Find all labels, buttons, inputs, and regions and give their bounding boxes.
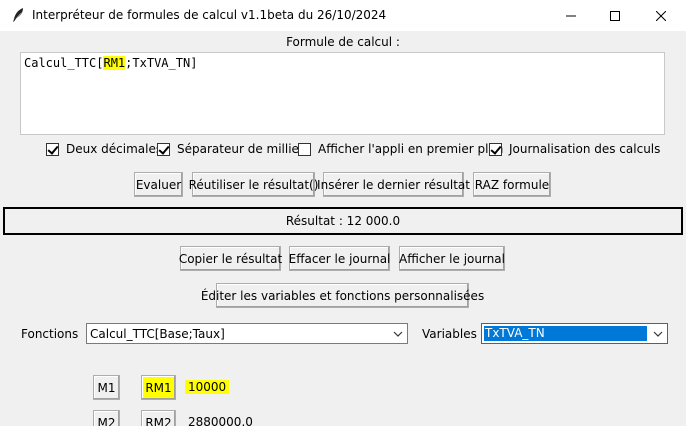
formula-text-after: ;TxTVA_TN] [125, 56, 198, 70]
insert-last-result-button[interactable]: Insérer le dernier résultat [317, 172, 470, 197]
chevron-down-icon [653, 331, 663, 337]
edit-custom-vars-button[interactable]: Éditer les variables et fonctions person… [201, 283, 484, 308]
close-icon [656, 10, 666, 21]
option-always-on-top[interactable]: Afficher l'appli en premier plan [298, 142, 503, 156]
functions-select-value: Calcul_TTC[Base;Taux] [90, 327, 225, 341]
variables-select[interactable]: TxTVA_TN [481, 323, 668, 344]
memory-recall-rm2-button[interactable]: RM2 [141, 410, 176, 426]
checkbox-always-on-top[interactable] [298, 142, 311, 156]
option-calc-logging[interactable]: Journalisation des calculs [489, 142, 660, 156]
result-display: Résultat : 12 000.0 [3, 207, 683, 235]
checkbox-calc-logging[interactable] [489, 142, 502, 156]
memory-store-m2-button[interactable]: M2 [93, 410, 120, 426]
memory-recall-rm1-button[interactable]: RM1 [141, 375, 176, 400]
maximize-icon [610, 10, 620, 21]
chevron-down-icon [393, 331, 403, 337]
option-thousands-separator[interactable]: Séparateur de milliers [157, 142, 310, 156]
checkbox-thousands-separator[interactable] [157, 142, 170, 156]
reuse-result-button[interactable]: Réutiliser le résultat() [189, 172, 318, 197]
option-thousands-separator-label: Séparateur de milliers [177, 142, 311, 156]
variables-label: Variables [422, 327, 477, 341]
memory-store-m1-button[interactable]: M1 [93, 375, 120, 400]
formula-label: Formule de calcul : [286, 35, 400, 49]
reset-formula-button[interactable]: RAZ formule [473, 172, 551, 197]
evaluate-button[interactable]: Evaluer [134, 172, 183, 197]
window-title: Interpréteur de formules de calcul v1.1b… [32, 8, 387, 22]
copy-result-button[interactable]: Copier le résultat [179, 246, 282, 271]
show-journal-button[interactable]: Afficher le journal [399, 246, 505, 271]
title-bar: Interpréteur de formules de calcul v1.1b… [0, 0, 686, 31]
result-text: Résultat : 12 000.0 [285, 214, 401, 228]
minimize-icon [566, 15, 576, 16]
functions-label: Fonctions [21, 327, 79, 341]
clear-journal-button[interactable]: Effacer le journal [289, 246, 390, 271]
option-calc-logging-label: Journalisation des calculs [509, 142, 661, 156]
functions-select[interactable]: Calcul_TTC[Base;Taux] [86, 323, 408, 344]
close-button[interactable] [638, 0, 684, 31]
option-two-decimals[interactable]: Deux décimales [46, 142, 162, 156]
minimize-button[interactable] [548, 0, 594, 31]
formula-input[interactable]: Calcul_TTC[RM1;TxTVA_TN] [20, 52, 665, 135]
memory-value-1: 10000 [185, 380, 230, 394]
feather-icon [13, 8, 23, 22]
maximize-button[interactable] [592, 0, 638, 31]
option-always-on-top-label: Afficher l'appli en premier plan [318, 142, 504, 156]
formula-text[interactable]: Calcul_TTC[RM1;TxTVA_TN] [24, 56, 197, 70]
memory-value-2: 2880000.0 [188, 415, 253, 426]
variables-select-value: TxTVA_TN [484, 326, 647, 341]
formula-text-highlight: RM1 [103, 56, 126, 70]
option-two-decimals-label: Deux décimales [66, 142, 163, 156]
checkbox-two-decimals[interactable] [46, 142, 59, 156]
formula-text-before: Calcul_TTC[ [24, 56, 104, 70]
